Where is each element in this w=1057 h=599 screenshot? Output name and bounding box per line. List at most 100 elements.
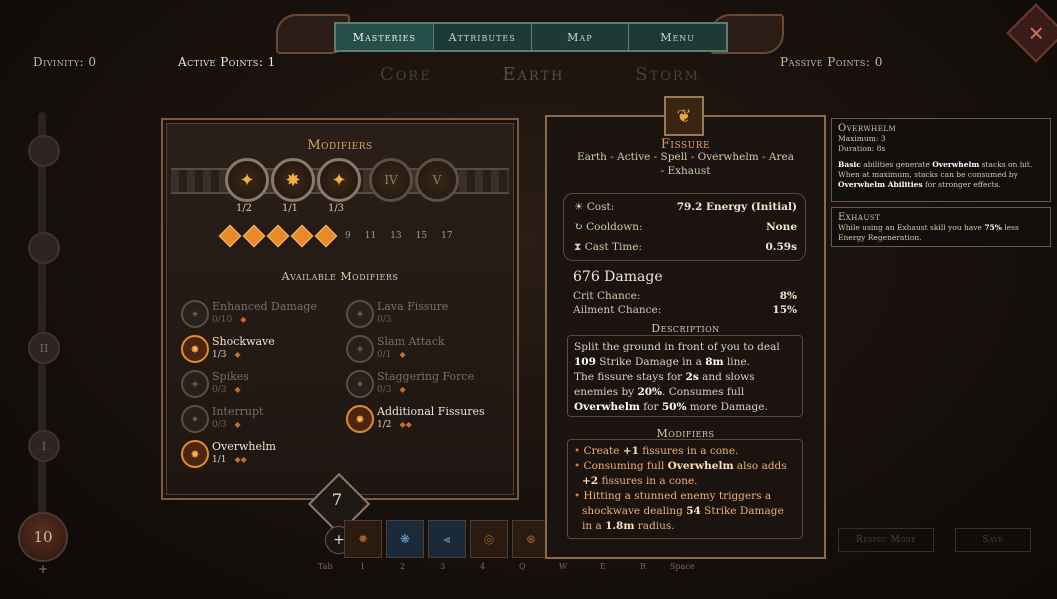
applied-modifiers-box: Create +1 fissures in a cone. Consuming … bbox=[567, 439, 803, 539]
cooldown-icon: ↻ bbox=[574, 221, 587, 233]
slot-count: 1/3 bbox=[327, 203, 345, 214]
crit-value: 8% bbox=[779, 290, 797, 302]
diamond-icon: ◆ bbox=[234, 420, 241, 429]
modifier-lava-fissure[interactable]: ✦ Lava Fissure 0/3 bbox=[346, 300, 506, 332]
pip-number: 15 bbox=[415, 231, 428, 241]
fissure-skill-icon: ❦ bbox=[664, 96, 704, 136]
tab-masteries[interactable]: Masteries bbox=[336, 24, 434, 50]
available-modifiers-title: Available Modifiers bbox=[281, 270, 399, 283]
tab-map[interactable]: Map bbox=[532, 24, 630, 50]
modifier-name: Slam Attack bbox=[377, 335, 445, 348]
diamond-icon: ◆ bbox=[240, 315, 247, 324]
cast-time-label: Cast Time: bbox=[584, 241, 643, 253]
tree-tab-earth[interactable]: Earth bbox=[502, 64, 564, 85]
skill-slot-1[interactable]: ✸ bbox=[344, 520, 382, 558]
key-label: Space bbox=[670, 562, 695, 571]
ailment-value: 15% bbox=[772, 304, 797, 316]
slot-count: 1/2 bbox=[235, 203, 253, 214]
close-button[interactable]: ✕ bbox=[1006, 3, 1057, 63]
damage-value: 676 Damage bbox=[573, 269, 663, 285]
pip-filled bbox=[314, 224, 338, 248]
respec-mode-button[interactable]: Respec Mode bbox=[838, 528, 934, 552]
modifier-slam-attack[interactable]: ✦ Slam Attack 0/1 ◆ bbox=[346, 335, 506, 367]
modifier-count-text: 0/3 bbox=[377, 315, 392, 325]
tree-tab-core[interactable]: Core bbox=[380, 64, 432, 85]
modifier-count-text: 0/3 bbox=[212, 385, 227, 395]
modifier-count: 0/3 bbox=[377, 315, 391, 325]
modifier-icon: ✦ bbox=[346, 300, 374, 328]
cooldown-label: Cooldown: bbox=[586, 221, 643, 233]
modifier-overwhelm[interactable]: ✸ Overwhelm 1/1 ◆◆ bbox=[181, 440, 341, 472]
save-button[interactable]: Save bbox=[955, 528, 1031, 552]
modifier-count: 0/1 ◆ bbox=[377, 350, 406, 360]
skill-slot-4[interactable]: ◎ bbox=[470, 520, 508, 558]
pip-filled bbox=[290, 224, 314, 248]
tooltip-line: Duration: 8s bbox=[838, 144, 886, 153]
key-label: Tab bbox=[318, 562, 333, 571]
modifier-name: Spikes bbox=[212, 370, 249, 383]
tab-menu[interactable]: Menu bbox=[629, 24, 726, 50]
modifier-slot-2[interactable]: ✸ bbox=[271, 158, 315, 202]
modifier-slot-4[interactable]: IV bbox=[369, 158, 413, 202]
diamond-icon: ◆◆ bbox=[234, 455, 247, 464]
skill-points-value: 7 bbox=[331, 490, 343, 509]
modifier-staggering-force[interactable]: ✦ Staggering Force 0/3 ◆ bbox=[346, 370, 506, 402]
diamond-icon: ◆ bbox=[234, 385, 241, 394]
pip-filled bbox=[242, 224, 266, 248]
tooltip-title: Overwhelm bbox=[838, 123, 897, 134]
modifier-icon: ✦ bbox=[346, 335, 374, 363]
modifier-icon: ✦ bbox=[181, 405, 209, 433]
close-icon: ✕ bbox=[1027, 20, 1045, 45]
tab-attributes[interactable]: Attributes bbox=[434, 24, 532, 50]
modifier-name: Staggering Force bbox=[377, 370, 475, 383]
tooltip-body: While using an Exhaust skill you have 75… bbox=[838, 223, 1019, 242]
pip-number: 13 bbox=[390, 231, 402, 241]
modifier-shockwave[interactable]: ✸ Shockwave 1/3 ◆ bbox=[181, 335, 341, 367]
modifier-line: Consuming full Overwhelm also adds +2 fi… bbox=[582, 459, 796, 489]
cast-time-row: ⧗ Cast Time: 0.59s bbox=[574, 241, 797, 257]
pip-number: 17 bbox=[441, 231, 453, 241]
top-navigation: Masteries Attributes Map Menu bbox=[276, 12, 784, 54]
modifier-interrupt[interactable]: ✦ Interrupt 0/3 ◆ bbox=[181, 405, 341, 437]
modifier-line: Hitting a stunned enemy triggers a shock… bbox=[582, 489, 796, 534]
cast-time-value: 0.59s bbox=[765, 241, 798, 253]
key-label: 4 bbox=[480, 562, 486, 571]
tree-tab-storm[interactable]: Storm bbox=[635, 64, 700, 85]
tree-tabs: Core Earth Storm bbox=[380, 64, 700, 85]
modifier-spikes[interactable]: ✦ Spikes 0/3 ◆ bbox=[181, 370, 341, 402]
modifier-count-text: 0/10 bbox=[212, 315, 233, 325]
modifier-slot-3[interactable]: ✦ bbox=[317, 158, 361, 202]
modifier-count: 1/3 ◆ bbox=[212, 350, 241, 360]
divinity-label: Divinity: 0 bbox=[33, 55, 97, 69]
crit-row: Crit Chance: 8% bbox=[573, 290, 797, 302]
modifier-name: Overwhelm bbox=[212, 440, 276, 453]
modifiers-title: Modifiers bbox=[307, 138, 373, 153]
ailment-row: Ailment Chance: 15% bbox=[573, 304, 797, 316]
modifier-count-text: 0/3 bbox=[377, 385, 392, 395]
modifier-icon: ✸ bbox=[181, 440, 209, 468]
ailment-label: Ailment Chance: bbox=[573, 304, 662, 316]
modifier-enhanced-damage[interactable]: ✦ Enhanced Damage 0/10 ◆ bbox=[181, 300, 341, 332]
modifier-icon: ✦ bbox=[181, 300, 209, 328]
modifier-slot-5[interactable]: V bbox=[415, 158, 459, 202]
modifier-count: 1/1 ◆◆ bbox=[212, 455, 247, 465]
skill-slot-3[interactable]: ⫷ bbox=[428, 520, 466, 558]
exhaust-tooltip: Exhaust While using an Exhaust skill you… bbox=[831, 207, 1051, 247]
modifier-count-text: 1/2 bbox=[377, 420, 392, 430]
key-label: 2 bbox=[400, 562, 406, 571]
modifier-additional-fissures[interactable]: ✸ Additional Fissures 1/2 ◆◆ bbox=[346, 405, 506, 437]
modifier-line: Create +1 fissures in a cone. bbox=[582, 444, 796, 459]
modifier-count: 1/2 ◆◆ bbox=[377, 420, 412, 430]
modifier-name: Lava Fissure bbox=[377, 300, 449, 313]
key-label: R bbox=[640, 562, 647, 571]
cost-row: ☀ Cost: 79.2 Energy (Initial) bbox=[574, 201, 797, 217]
modifier-icon: ✸ bbox=[346, 405, 374, 433]
description-heading: Description bbox=[651, 322, 720, 335]
modifier-slot-1[interactable]: ✦ bbox=[225, 158, 269, 202]
nav-tabs: Masteries Attributes Map Menu bbox=[334, 22, 728, 52]
cost-label: Cost: bbox=[586, 201, 615, 213]
slot-count: 1/1 bbox=[281, 203, 299, 214]
plus-icon[interactable]: + bbox=[38, 562, 48, 576]
skill-slot-2[interactable]: ❋ bbox=[386, 520, 424, 558]
modifier-count: 0/10 ◆ bbox=[212, 315, 246, 325]
